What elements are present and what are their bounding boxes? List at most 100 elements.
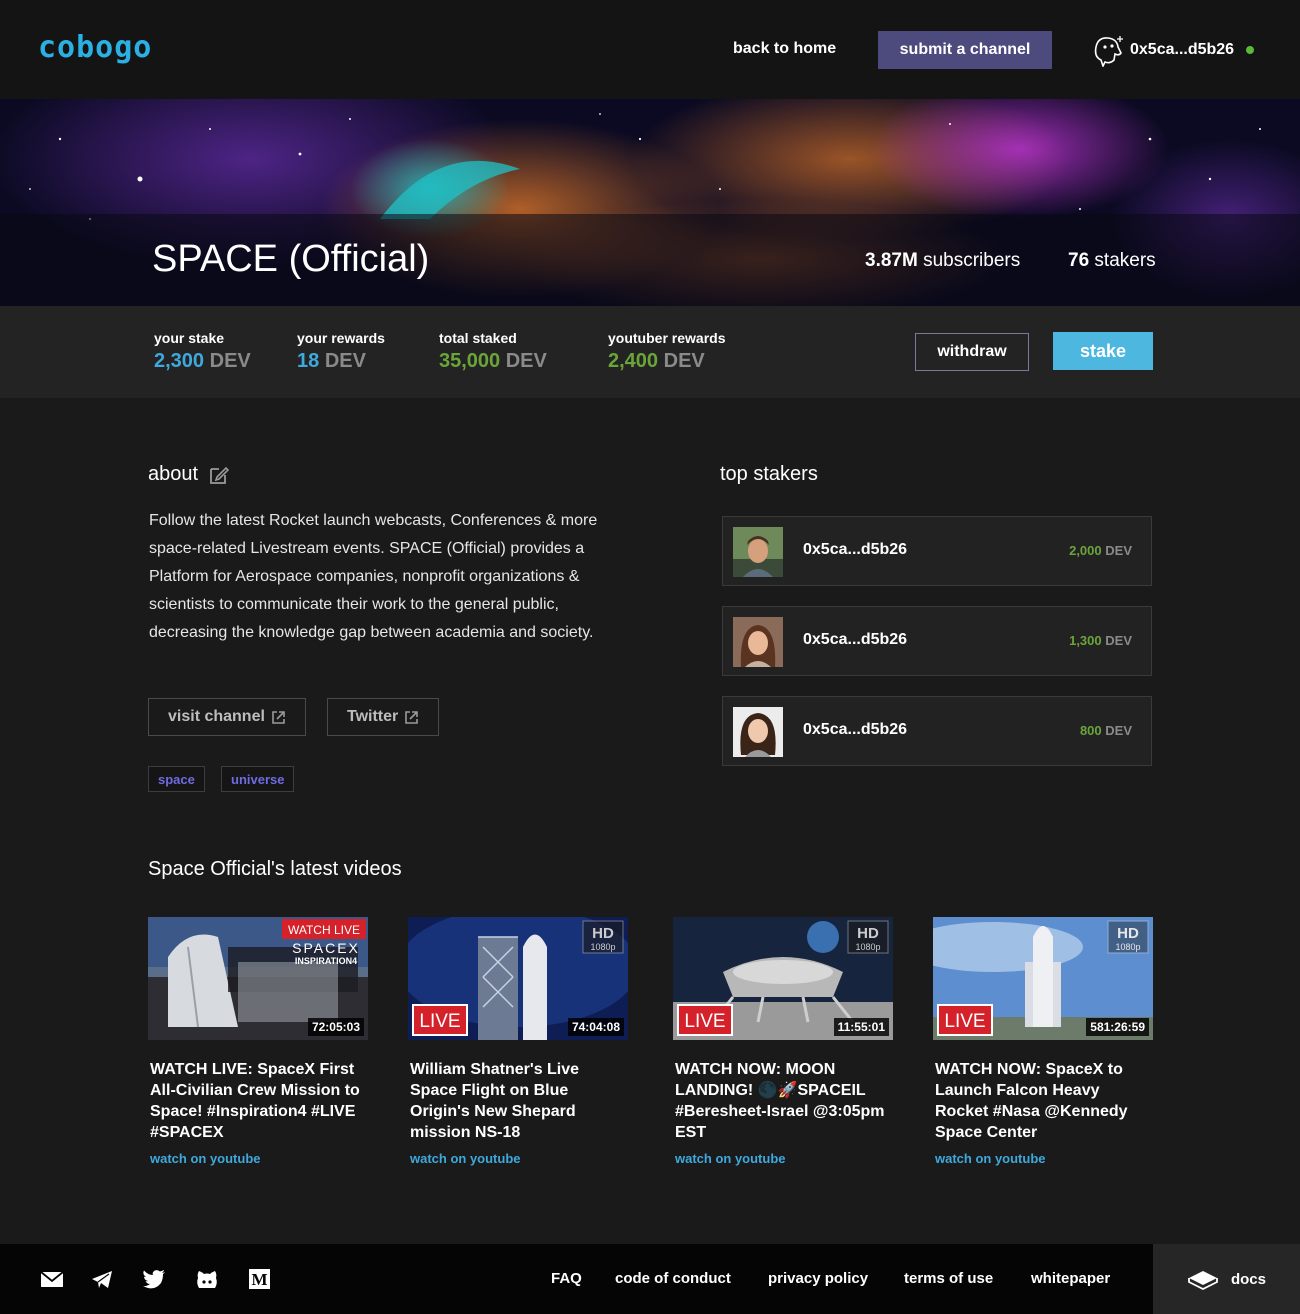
subscribers-label: subscribers bbox=[923, 250, 1021, 271]
footer: M FAQ code of conduct privacy policy ter… bbox=[0, 1244, 1300, 1314]
watch-on-youtube-link[interactable]: watch on youtube bbox=[408, 1151, 628, 1166]
svg-text:M: M bbox=[251, 1270, 267, 1289]
staker-amount-number: 1,300 bbox=[1069, 633, 1102, 648]
staker-row[interactable]: 0x5ca...d5b26 2,000 DEV bbox=[722, 516, 1152, 586]
dog-avatar-icon bbox=[1094, 36, 1123, 67]
staker-amount: 1,300 DEV bbox=[1069, 633, 1132, 648]
stat-label: youtuber rewards bbox=[608, 330, 726, 346]
docs-label: docs bbox=[1230, 1270, 1266, 1288]
faq-link[interactable]: FAQ bbox=[551, 1270, 582, 1287]
stakers-label: stakers bbox=[1094, 250, 1156, 271]
stat-number: 35,000 bbox=[439, 350, 501, 372]
thumbnail-badge: WATCH LIVE bbox=[288, 923, 360, 937]
twitter-icon[interactable] bbox=[142, 1269, 166, 1289]
staker-avatar bbox=[733, 617, 783, 667]
stat-unit: DEV bbox=[505, 350, 547, 372]
stat-label: your rewards bbox=[297, 330, 385, 346]
hd-badge: HD bbox=[857, 925, 879, 942]
cobogo-logo[interactable]: cobogo bbox=[38, 30, 152, 65]
video-thumbnail[interactable]: HD 1080p LIVE 11:55:01 bbox=[673, 917, 893, 1040]
staker-address: 0x5ca...d5b26 bbox=[803, 541, 908, 558]
visit-channel-label: visit channel bbox=[168, 708, 265, 725]
video-title[interactable]: WATCH NOW: SpaceX to Launch Falcon Heavy… bbox=[933, 1059, 1153, 1143]
terms-of-use-link[interactable]: terms of use bbox=[904, 1270, 993, 1287]
code-of-conduct-link[interactable]: code of conduct bbox=[615, 1270, 731, 1287]
stat-unit: DEV bbox=[324, 350, 366, 372]
thumbnail-overlay-subtitle: INSPIRATION4 bbox=[295, 956, 357, 966]
watch-on-youtube-link[interactable]: watch on youtube bbox=[933, 1151, 1153, 1166]
watch-on-youtube-link[interactable]: watch on youtube bbox=[673, 1151, 893, 1166]
staker-avatar bbox=[733, 527, 783, 577]
video-card: HD 1080p LIVE 581:26:59 WATCH NOW: Space… bbox=[933, 917, 1153, 1166]
staker-amount-number: 2,000 bbox=[1069, 543, 1102, 558]
live-badge: LIVE bbox=[684, 1011, 725, 1032]
youtuber-rewards-stat: youtuber rewards 2,400 DEV bbox=[608, 330, 725, 373]
live-badge: LIVE bbox=[419, 1011, 460, 1032]
stat-number: 2,300 bbox=[154, 350, 205, 372]
staker-row[interactable]: 0x5ca...d5b26 1,300 DEV bbox=[722, 606, 1152, 676]
stake-button[interactable]: stake bbox=[1053, 332, 1153, 370]
staker-amount-number: 800 bbox=[1079, 723, 1102, 738]
visit-channel-button[interactable]: visit channel bbox=[148, 698, 306, 736]
about-heading: about bbox=[148, 463, 230, 486]
twitter-button[interactable]: Twitter bbox=[327, 698, 440, 736]
watch-on-youtube-link[interactable]: watch on youtube bbox=[148, 1151, 368, 1166]
video-title[interactable]: WATCH LIVE: SpaceX First All-Civilian Cr… bbox=[148, 1059, 368, 1143]
whitepaper-link[interactable]: whitepaper bbox=[1031, 1270, 1110, 1287]
video-card: HD 1080p LIVE 74:04:08 William Shatner's… bbox=[408, 917, 628, 1166]
submit-channel-button[interactable]: submit a channel bbox=[878, 31, 1052, 69]
medium-icon[interactable]: M bbox=[248, 1269, 272, 1289]
video-title[interactable]: WATCH NOW: MOON LANDING! 🌑🚀SPACEIL #Bere… bbox=[673, 1059, 893, 1143]
video-duration: 581:26:59 bbox=[1086, 1018, 1149, 1036]
hd-badge: HD bbox=[1117, 925, 1139, 942]
stat-value: 2,300 DEV bbox=[154, 350, 251, 373]
video-duration: 74:04:08 bbox=[567, 1018, 624, 1036]
external-link-icon bbox=[272, 710, 285, 724]
github-icon[interactable] bbox=[195, 1269, 219, 1289]
subscribers-count: 3.87M subscribers bbox=[865, 250, 1020, 272]
video-card: WATCH LIVE SPACEX INSPIRATION4 72:05:03 … bbox=[148, 917, 368, 1166]
staker-amount-unit: DEV bbox=[1105, 543, 1132, 558]
staker-avatar bbox=[733, 707, 783, 757]
latest-videos-heading: Space Official's latest videos bbox=[148, 858, 402, 880]
stat-unit: DEV bbox=[209, 350, 251, 372]
email-icon[interactable] bbox=[40, 1269, 64, 1289]
video-duration: 72:05:03 bbox=[307, 1018, 364, 1036]
edit-icon[interactable] bbox=[208, 464, 230, 486]
video-title[interactable]: William Shatner's Live Space Flight on B… bbox=[408, 1059, 628, 1143]
video-thumbnail[interactable]: HD 1080p LIVE 581:26:59 bbox=[933, 917, 1153, 1040]
subscribers-number: 3.87M bbox=[865, 250, 918, 271]
video-thumbnail[interactable]: HD 1080p LIVE 74:04:08 bbox=[408, 917, 628, 1040]
video-thumbnail[interactable]: WATCH LIVE SPACEX INSPIRATION4 72:05:03 bbox=[148, 917, 368, 1040]
stat-value: 18 DEV bbox=[297, 350, 385, 373]
staking-stats-bar: your stake 2,300 DEV your rewards 18 DEV… bbox=[0, 306, 1300, 398]
stakers-count: 76 stakers bbox=[1068, 250, 1156, 272]
staker-amount: 2,000 DEV bbox=[1069, 543, 1132, 558]
back-to-home-link[interactable]: back to home bbox=[733, 40, 836, 58]
stat-unit: DEV bbox=[663, 350, 705, 372]
video-duration: 11:55:01 bbox=[833, 1018, 889, 1036]
your-stake-stat: your stake 2,300 DEV bbox=[154, 330, 251, 373]
privacy-policy-link[interactable]: privacy policy bbox=[768, 1270, 868, 1287]
tag-universe[interactable]: universe bbox=[221, 766, 295, 792]
user-address: 0x5ca...d5b26 bbox=[1130, 41, 1235, 58]
resolution-label: 1080p bbox=[1115, 942, 1140, 952]
top-header: cobogo back to home submit a channel 0x5… bbox=[0, 0, 1300, 99]
stat-label: total staked bbox=[439, 330, 517, 346]
twitter-label: Twitter bbox=[347, 708, 399, 725]
user-account-menu[interactable]: 0x5ca...d5b26 bbox=[1090, 31, 1255, 69]
stat-label: your stake bbox=[154, 330, 225, 346]
staker-row[interactable]: 0x5ca...d5b26 800 DEV bbox=[722, 696, 1152, 766]
docs-button[interactable]: docs bbox=[1153, 1244, 1300, 1314]
staker-amount-unit: DEV bbox=[1105, 633, 1132, 648]
total-staked-stat: total staked 35,000 DEV bbox=[439, 330, 547, 373]
withdraw-button[interactable]: withdraw bbox=[915, 333, 1029, 371]
stat-value: 2,400 DEV bbox=[608, 350, 725, 373]
live-badge: LIVE bbox=[944, 1011, 985, 1032]
stakers-number: 76 bbox=[1068, 250, 1090, 271]
telegram-icon[interactable] bbox=[90, 1269, 114, 1289]
external-link-icon bbox=[405, 710, 419, 724]
resolution-label: 1080p bbox=[590, 942, 615, 952]
thumbnail-overlay-title: SPACEX bbox=[292, 940, 360, 956]
tag-space[interactable]: space bbox=[148, 766, 205, 792]
